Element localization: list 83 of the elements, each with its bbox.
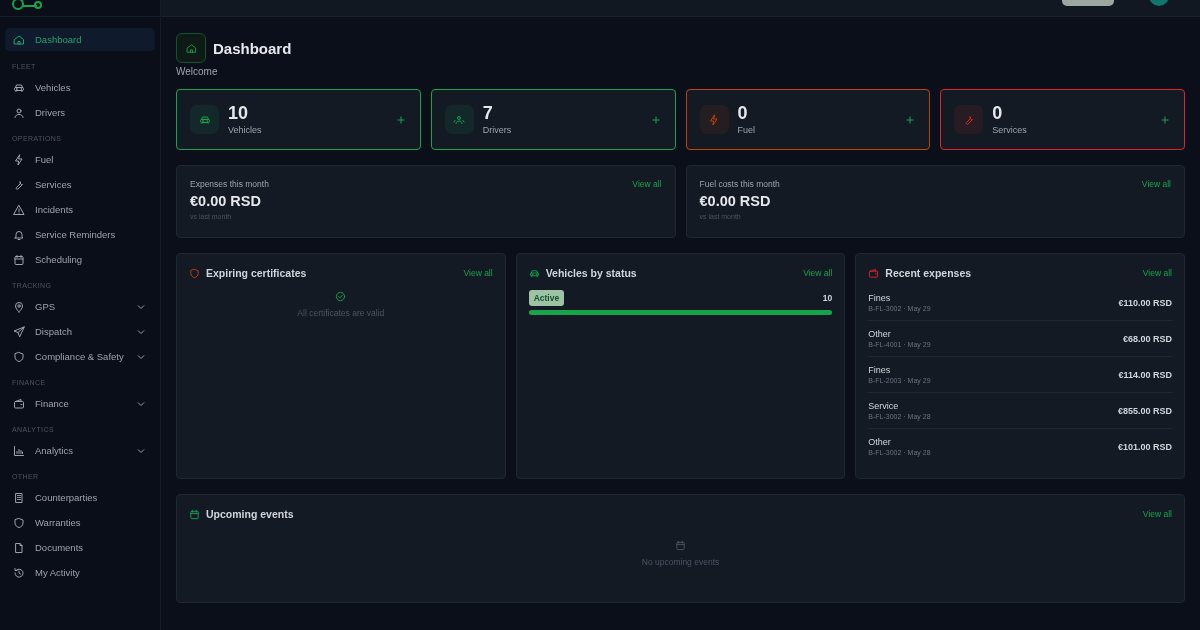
stat-value: 7 [482, 104, 494, 122]
view-all-link[interactable]: View all [632, 179, 662, 189]
sidebar-item[interactable]: Documents [5, 535, 155, 560]
expense-category: Fines [868, 365, 892, 375]
stat-card[interactable]: 0 Services [940, 89, 1185, 150]
people-icon [453, 113, 466, 126]
sidebar-item[interactable]: Services [5, 172, 155, 197]
car-icon [528, 267, 540, 279]
sidebar-group[interactable]: Compliance & Safety [5, 344, 155, 369]
page-subtitle: Welcome [176, 66, 219, 77]
expense-amount: €101.00 RSD [1117, 441, 1172, 452]
sidebar-item[interactable]: My Activity [5, 560, 155, 585]
expense-category: Service [868, 401, 900, 411]
expense-category: Fines [868, 293, 892, 303]
calendar-icon [675, 540, 686, 551]
shield-icon [13, 516, 25, 529]
bar-chart-icon [13, 444, 25, 457]
view-all-link[interactable]: View all [803, 268, 833, 278]
house-icon [185, 42, 197, 54]
lightning-icon [708, 113, 720, 126]
stat-card[interactable]: 7 Drivers [430, 89, 676, 150]
document-icon [13, 541, 25, 554]
person-icon [13, 106, 25, 119]
sidebar-item[interactable]: Fuel [5, 147, 155, 172]
panel-title: Vehicles by status [545, 267, 638, 279]
map-pin-icon [13, 300, 25, 313]
expense-amount: €68.00 RSD [1122, 333, 1172, 344]
calendar-icon [13, 253, 25, 266]
expense-amount: €855.00 RSD [1117, 405, 1172, 416]
page-title: Dashboard [213, 39, 292, 57]
stat-value: 0 [737, 104, 749, 122]
shield-icon [189, 267, 200, 279]
calendar-icon [189, 508, 200, 520]
summary-amount: €0.00 RSD [699, 193, 772, 209]
expense-amount: €114.00 RSD [1118, 369, 1172, 380]
stat-value: 10 [228, 104, 250, 122]
expense-amount: €110.00 RSD [1118, 297, 1172, 308]
view-all-link[interactable]: View all [1142, 509, 1172, 519]
panel-title: Recent expenses [885, 267, 973, 279]
view-all-link[interactable]: View all [463, 268, 493, 278]
sidebar-item[interactable]: Warranties [5, 510, 155, 535]
panel-title: Expiring certificates [206, 267, 308, 279]
car-icon [13, 81, 25, 94]
stat-card[interactable]: 0 Fuel [685, 89, 931, 150]
sidebar-group[interactable]: Analytics [5, 438, 155, 463]
wallet-icon [868, 267, 880, 279]
sidebar-group[interactable]: GPS [5, 294, 155, 319]
sidebar-item[interactable]: Service Reminders [5, 222, 155, 247]
warning-icon [13, 203, 25, 216]
status-count: 10 [822, 293, 833, 303]
sidebar-group[interactable]: Dispatch [5, 319, 155, 344]
sidebar-item[interactable]: Drivers [5, 100, 155, 125]
house-icon [13, 33, 25, 46]
car-icon [198, 113, 211, 126]
check-circle-icon [335, 291, 347, 302]
expense-category: Other [868, 329, 892, 339]
sidebar-group[interactable]: Finance [5, 391, 155, 416]
stat-label: Drivers [482, 125, 513, 135]
stat-value: 0 [992, 104, 1004, 122]
status-badge: Active [528, 290, 565, 306]
summary-title: Fuel costs this month [699, 179, 780, 189]
expense-category: Other [868, 437, 892, 447]
history-icon [13, 566, 25, 579]
sidebar-item[interactable]: Scheduling [5, 247, 155, 272]
stat-card[interactable]: 10 Vehicles [176, 89, 421, 150]
sidebar-item[interactable]: Incidents [5, 197, 155, 222]
sidebar-item[interactable]: Dashboard [5, 28, 155, 51]
shield-icon [13, 350, 25, 363]
sidebar-item[interactable]: Counterparties [5, 485, 155, 510]
paper-plane-icon [13, 325, 25, 338]
summary-title: Expenses this month [190, 179, 269, 189]
stat-label: Vehicles [228, 125, 263, 135]
lightning-icon [13, 153, 25, 166]
building-icon [13, 491, 25, 504]
sidebar-item[interactable]: Vehicles [5, 75, 155, 100]
summary-amount: €0.00 RSD [190, 193, 262, 209]
stat-label: Services [992, 125, 1028, 135]
view-all-link[interactable]: View all [1142, 268, 1172, 278]
wallet-icon [13, 397, 25, 410]
view-all-link[interactable]: View all [1141, 179, 1171, 189]
stat-label: Fuel [737, 125, 756, 135]
panel-title: Upcoming events [206, 508, 295, 520]
bell-icon [13, 228, 25, 241]
